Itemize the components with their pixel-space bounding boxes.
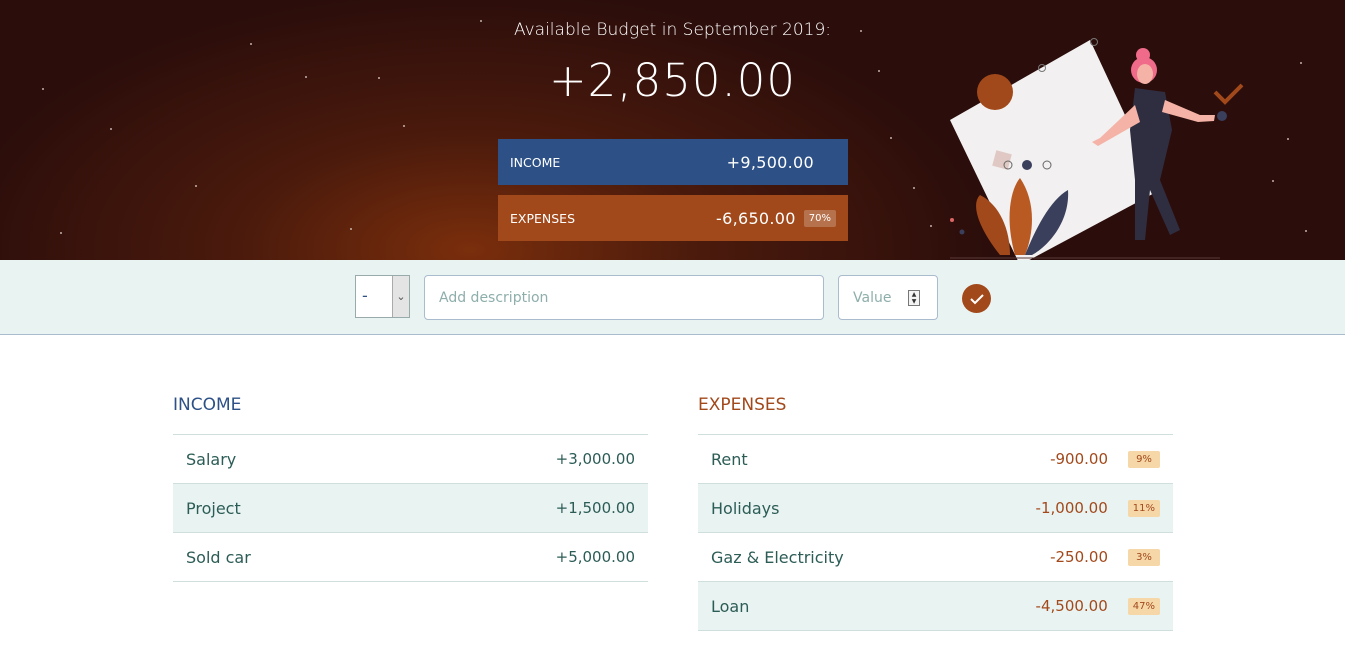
expense-item-percentage: 11% bbox=[1127, 499, 1160, 517]
expense-item-description: Loan bbox=[711, 596, 750, 616]
value-stepper[interactable]: ▲ ▼ bbox=[908, 290, 920, 306]
expense-item-percentage: 47% bbox=[1127, 597, 1160, 615]
expenses-summary-value: -6,650.00 bbox=[716, 208, 796, 228]
income-item-value: +1,500.00 bbox=[555, 499, 635, 517]
income-list-title: INCOME bbox=[173, 395, 648, 435]
expenses-list-title: EXPENSES bbox=[698, 395, 1173, 435]
expense-item-value: -4,500.00 bbox=[1035, 597, 1108, 615]
expense-item-value: -900.00 bbox=[1050, 450, 1108, 468]
expense-item-value: -250.00 bbox=[1050, 548, 1108, 566]
expenses-summary-label: EXPENSES bbox=[510, 210, 576, 226]
income-summary-value: +9,500.00 bbox=[726, 152, 814, 172]
description-input[interactable] bbox=[424, 275, 824, 320]
value-input[interactable] bbox=[839, 276, 909, 319]
income-item[interactable]: Sold car +5,000.00 bbox=[173, 533, 648, 582]
expense-item-description: Holidays bbox=[711, 498, 780, 518]
income-item-value: +5,000.00 bbox=[555, 548, 635, 566]
income-summary: INCOME +9,500.00 bbox=[498, 139, 848, 185]
expense-item-value: -1,000.00 bbox=[1035, 499, 1108, 517]
expense-item[interactable]: Gaz & Electricity -250.00 3% bbox=[698, 533, 1173, 582]
add-item-button[interactable] bbox=[962, 284, 991, 313]
expense-item-percentage: 3% bbox=[1128, 548, 1160, 566]
income-summary-label: INCOME bbox=[510, 154, 561, 170]
income-item-description: Project bbox=[186, 498, 241, 518]
expense-item-description: Rent bbox=[711, 449, 748, 469]
stepper-down-icon[interactable]: ▼ bbox=[909, 298, 919, 305]
expenses-summary-percentage: 70% bbox=[803, 209, 836, 227]
expense-item[interactable]: Rent -900.00 9% bbox=[698, 435, 1173, 484]
income-item[interactable]: Project +1,500.00 bbox=[173, 484, 648, 533]
header: Available Budget in September 2019: +2,8… bbox=[0, 0, 1345, 260]
income-list: INCOME Salary +3,000.00 Project +1,500.0… bbox=[173, 395, 648, 582]
income-item-description: Sold car bbox=[186, 547, 251, 567]
expense-item[interactable]: Loan -4,500.00 47% bbox=[698, 582, 1173, 631]
income-item-description: Salary bbox=[186, 449, 237, 469]
expense-item-description: Gaz & Electricity bbox=[711, 547, 844, 567]
expenses-list: EXPENSES Rent -900.00 9% Holidays -1,000… bbox=[698, 395, 1173, 631]
expense-item[interactable]: Holidays -1,000.00 11% bbox=[698, 484, 1173, 533]
checkmark-icon bbox=[969, 293, 984, 304]
chevron-down-icon[interactable]: ⌄ bbox=[392, 276, 409, 317]
income-item-value: +3,000.00 bbox=[555, 450, 635, 468]
woman-with-checklist-illustration bbox=[950, 38, 1244, 260]
stepper-up-icon[interactable]: ▲ bbox=[909, 291, 919, 298]
income-item[interactable]: Salary +3,000.00 bbox=[173, 435, 648, 484]
expenses-summary: EXPENSES -6,650.00 70% bbox=[498, 195, 848, 241]
value-field[interactable]: ▲ ▼ bbox=[838, 275, 938, 320]
type-select[interactable]: - ⌄ bbox=[355, 275, 410, 318]
expense-item-percentage: 9% bbox=[1128, 450, 1160, 468]
add-item-bar: - ⌄ ▲ ▼ bbox=[0, 260, 1345, 335]
type-select-value: - bbox=[362, 286, 368, 305]
